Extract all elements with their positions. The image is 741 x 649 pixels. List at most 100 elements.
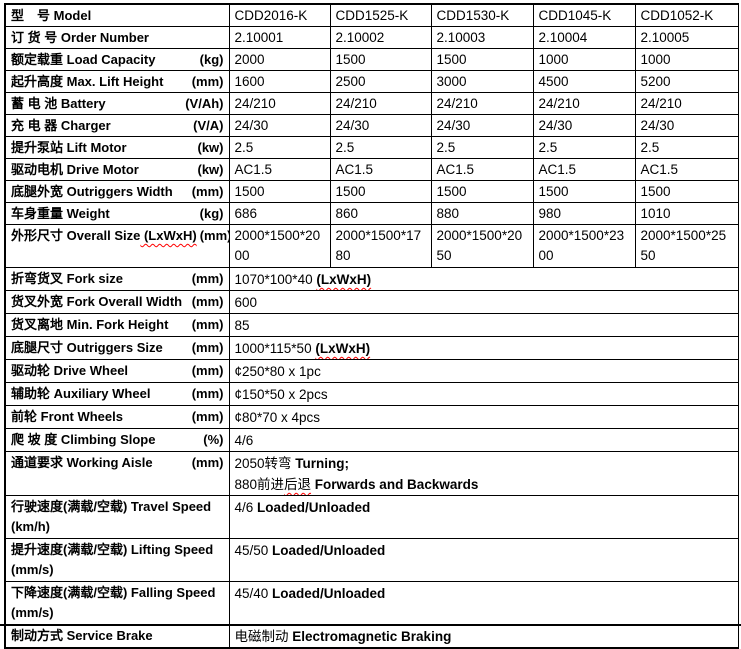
row-label-text: 充 电 器 Charger [11, 116, 111, 136]
table-row: 底腿尺寸 Outriggers Size(mm)1000*115*50 (LxW… [5, 337, 738, 360]
row-label-cn: 提升泵站 [11, 140, 63, 155]
row-label-cell: 通道要求 Working Aisle (mm) [5, 452, 229, 496]
unit-label: (V/Ah) [185, 94, 223, 114]
merged-value-cell: ¢80*70 x 4pcs [229, 406, 738, 429]
model-value-cell: 2.5 [635, 137, 738, 159]
row-label-layout: 前轮 Front Wheels(mm) [11, 407, 224, 427]
row-label-cell: 提升速度(满载/空载) Lifting Speed (mm/s) [5, 539, 229, 582]
model-value-cell: 1000 [635, 49, 738, 71]
row-label-cell: 驱动电机 Drive Motor(kw) [5, 159, 229, 181]
unit-label: (mm/s) [11, 605, 54, 620]
model-value-cell: 4500 [533, 71, 635, 93]
row-label-en: Service Brake [63, 628, 153, 643]
table-row: 充 电 器 Charger(V/A)24/3024/3024/3024/3024… [5, 115, 738, 137]
row-label-cn: 提升速度(满载/空载) [11, 542, 127, 557]
value-text: 45/40 [235, 586, 273, 601]
merged-value-cell: 电磁制动 Electromagnetic Braking [229, 625, 738, 649]
value-text: ¢80*70 x 4pcs [235, 410, 321, 425]
row-label-cn: 底腿尺寸 [11, 340, 63, 355]
row-label-cn: 订 货 号 [11, 30, 57, 45]
row-label-text: 底腿外宽 Outriggers Width [11, 182, 173, 202]
row-label-layout: 提升泵站 Lift Motor(kw) [11, 138, 224, 158]
row-label-layout: 底腿尺寸 Outriggers Size(mm) [11, 338, 224, 358]
model-value-cell: 2000*1500*2550 [635, 225, 738, 268]
value-text: Loaded/Unloaded [257, 500, 370, 515]
row-label-cell: 前轮 Front Wheels(mm) [5, 406, 229, 429]
model-value-cell: 2.5 [229, 137, 330, 159]
model-value-cell: 3000 [431, 71, 533, 93]
merged-value-cell: ¢150*50 x 2pcs [229, 383, 738, 406]
model-value-cell: 2000*1500*2050 [431, 225, 533, 268]
model-value-cell: 2500 [330, 71, 431, 93]
model-value-cell: 24/210 [635, 93, 738, 115]
row-label-layout: 驱动电机 Drive Motor(kw) [11, 160, 224, 180]
row-label-layout: 额定载重 Load Capacity (kg) [11, 50, 224, 70]
table-row: 下降速度(满载/空载) Falling Speed (mm/s) 45/40 Lo… [5, 582, 738, 625]
row-label-text: 额定载重 Load Capacity [11, 50, 155, 70]
model-value-cell: CDD1045-K [533, 4, 635, 27]
row-label-cn: 起升高度 [11, 74, 63, 89]
value-line: 45/40 Loaded/Unloaded [235, 583, 733, 604]
unit-label: (mm) [192, 453, 224, 473]
model-value-cell: 1500 [229, 181, 330, 203]
row-label-text: 折弯货叉 Fork size [11, 269, 123, 289]
table-row: 爬 坡 度 Climbing Slope(%)4/6 [5, 429, 738, 452]
unit-label: (mm) [192, 361, 224, 381]
row-label-cn: 下降速度(满载/空载) [11, 585, 127, 600]
model-value-cell: CDD1052-K [635, 4, 738, 27]
model-value-cell: 5200 [635, 71, 738, 93]
value-text: 880前进 [235, 477, 285, 492]
value-text: 电磁制动 [235, 629, 293, 644]
table-row: 驱动轮 Drive Wheel(mm)¢250*80 x 1pc [5, 360, 738, 383]
row-label-cn: 货叉外宽 [11, 294, 63, 309]
table-row: 通道要求 Working Aisle (mm) 2050转弯 Turning; 880… [5, 452, 738, 496]
row-label-layout: 订 货 号 Order Number [11, 28, 224, 48]
row-label-cell: 货叉离地 Min. Fork Height(mm) [5, 314, 229, 337]
row-label-en: Falling Speed [127, 585, 215, 600]
row-label-cell: 驱动轮 Drive Wheel(mm) [5, 360, 229, 383]
value-line: 电磁制动 Electromagnetic Braking [235, 626, 733, 647]
model-value-cell: 686 [229, 203, 330, 225]
row-label-en: Load Capacity [63, 52, 155, 67]
row-label-en: Order Number [57, 30, 149, 45]
row-label-cn: 折弯货叉 [11, 271, 63, 286]
row-label-cn: 前轮 [11, 409, 37, 424]
unit-label: (kg) [200, 50, 224, 70]
unit-label: (mm) [192, 407, 224, 427]
value-text: ¢150*50 x 2pcs [235, 387, 328, 402]
row-label-text: 车身重量 Weight [11, 204, 110, 224]
row-label-cell: 行驶速度(满载/空载) Travel Speed (km/h) [5, 496, 229, 539]
row-label-layout: 辅助轮 Auxiliary Wheel(mm) [11, 384, 224, 404]
row-label-en: Charger [57, 118, 110, 133]
row-label-en: Model [50, 8, 91, 23]
value-text: 2050转弯 [235, 456, 296, 471]
row-label-cn: 爬 坡 度 [11, 432, 57, 447]
table-row: 提升泵站 Lift Motor(kw)2.52.52.52.52.5 [5, 137, 738, 159]
row-label-text: 型 号 Model [11, 6, 91, 26]
row-label-text: 外形尺寸 Overall Size (LxWxH) [11, 226, 197, 246]
row-label-en: Climbing Slope [57, 432, 155, 447]
value-text: Turning; [295, 456, 349, 471]
row-label-cn: 制动方式 [11, 628, 63, 643]
model-value-cell: 980 [533, 203, 635, 225]
merged-value-cell: 45/40 Loaded/Unloaded [229, 582, 738, 625]
row-label-cn: 外形尺寸 [11, 228, 63, 243]
row-label-cn: 辅助轮 [11, 386, 50, 401]
merged-value-cell: 600 [229, 291, 738, 314]
model-value-cell: 1600 [229, 71, 330, 93]
value-text: 600 [235, 295, 258, 310]
row-label-en: Max. Lift Height [63, 74, 163, 89]
row-label-en: Lift Motor [63, 140, 127, 155]
value-line: ¢80*70 x 4pcs [235, 407, 733, 428]
value-text: 1070*100*40 [235, 272, 317, 287]
model-value-cell: 1500 [533, 181, 635, 203]
model-value-cell: 2.5 [330, 137, 431, 159]
row-label-text: 通道要求 Working Aisle [11, 453, 153, 473]
row-label-layout: 爬 坡 度 Climbing Slope(%) [11, 430, 224, 450]
model-value-cell: AC1.5 [330, 159, 431, 181]
row-label-text: 底腿尺寸 Outriggers Size [11, 338, 163, 358]
value-line: 1070*100*40 (LxWxH) [235, 269, 733, 290]
row-label-cn: 货叉离地 [11, 317, 63, 332]
row-label-cn: 蓄 电 池 [11, 96, 57, 111]
row-label-cell: 充 电 器 Charger(V/A) [5, 115, 229, 137]
